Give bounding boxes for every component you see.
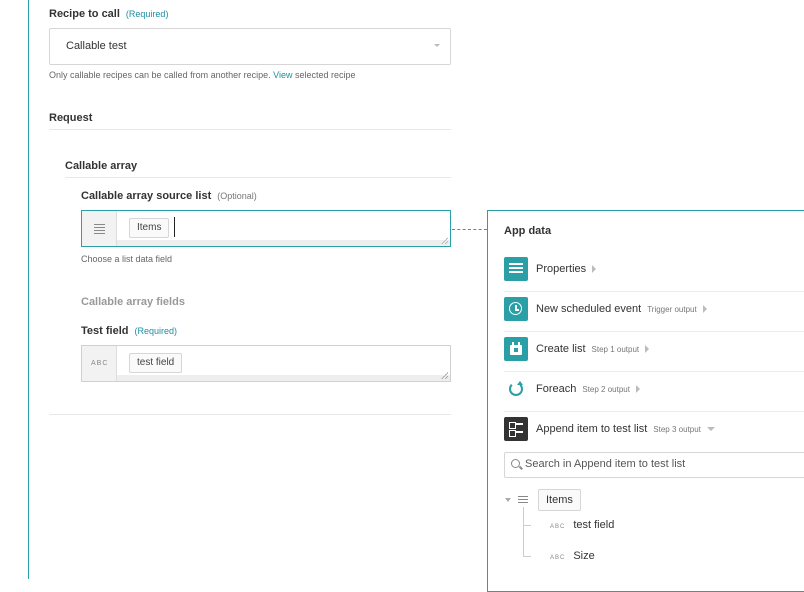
calendar-icon — [504, 337, 528, 361]
tree-item-size[interactable]: ABC Size — [550, 550, 595, 562]
row-name: Properties — [536, 263, 587, 275]
chevron-down-icon — [434, 44, 440, 47]
row-subtitle: Step 3 output — [653, 425, 701, 434]
divider — [49, 129, 451, 130]
divider — [504, 331, 804, 332]
datapill-items[interactable]: Items — [129, 218, 170, 238]
row-subtitle: Step 2 output — [582, 385, 630, 394]
test-field-label: Test field (Required) — [81, 325, 177, 337]
divider — [65, 177, 451, 178]
test-field-input-area[interactable]: test field — [117, 346, 450, 381]
view-recipe-link[interactable]: View — [273, 70, 292, 80]
text-type-icon: ABC — [550, 555, 566, 561]
row-name: New scheduled event — [536, 303, 642, 315]
chevron-right-icon — [645, 345, 650, 354]
row-name: Foreach — [536, 383, 577, 395]
chevron-down-icon — [706, 427, 715, 432]
required-badge: (Required) — [125, 9, 169, 19]
divider — [504, 411, 804, 412]
list-icon — [518, 496, 528, 505]
search-icon — [511, 459, 520, 468]
recipe-select[interactable]: Callable test — [49, 28, 451, 65]
tree-line — [523, 556, 531, 557]
chevron-right-icon — [702, 305, 707, 314]
callable-array-fields-heading: Callable array fields — [81, 296, 185, 308]
datatree-search[interactable] — [504, 452, 804, 478]
tree-item-test-field[interactable]: ABC test field — [550, 519, 614, 531]
datatree-row-append-item[interactable]: Append item to test list Step 3 output — [504, 417, 804, 441]
optional-badge: (Optional) — [217, 191, 257, 201]
chevron-down-icon[interactable] — [505, 498, 511, 502]
field-type-gutter: ABC — [82, 346, 117, 381]
request-heading: Request — [49, 112, 93, 124]
recipe-select-value: Callable test — [66, 40, 127, 52]
tree-item-name: Size — [573, 550, 595, 562]
chevron-right-icon — [592, 265, 597, 274]
left-rail — [28, 0, 29, 579]
row-subtitle: Step 1 output — [591, 345, 640, 354]
connector-line — [452, 229, 487, 230]
divider — [504, 371, 804, 372]
refresh-icon — [504, 377, 528, 401]
list-icon — [504, 257, 528, 281]
source-list-input[interactable]: Items — [81, 210, 451, 247]
resize-handle[interactable] — [441, 372, 448, 379]
recipe-hint-prefix: Only callable recipes can be called from… — [49, 70, 271, 80]
recipe-hint-suffix: selected recipe — [295, 70, 356, 80]
app-data-panel: App data Properties New scheduled event T… — [487, 210, 804, 592]
datatree-row-properties[interactable]: Properties — [504, 257, 804, 281]
checklist-icon — [504, 417, 528, 441]
row-name: Append item to test list — [536, 423, 648, 435]
datatree-row-create-list[interactable]: Create list Step 1 output — [504, 337, 804, 361]
datatree-row-foreach[interactable]: Foreach Step 2 output — [504, 377, 804, 401]
required-badge: (Required) — [134, 326, 178, 336]
callable-array-heading: Callable array — [65, 160, 138, 172]
source-list-input-area[interactable]: Items — [117, 211, 450, 246]
row-subtitle: Trigger output — [647, 305, 697, 314]
list-icon — [94, 224, 105, 234]
text-type-icon: ABC — [550, 524, 566, 530]
resize-handle[interactable] — [441, 237, 448, 244]
recipe-to-call-text: Recipe to call — [49, 8, 120, 20]
divider — [49, 414, 451, 415]
row-name: Create list — [536, 343, 586, 355]
tree-line — [523, 507, 524, 557]
field-type-gutter — [82, 211, 117, 246]
source-list-text: Callable array source list — [81, 190, 212, 202]
chevron-right-icon — [635, 385, 640, 394]
tree-line — [523, 525, 531, 526]
datapill-items[interactable]: Items — [538, 489, 581, 511]
test-field-input[interactable]: ABC test field — [81, 345, 451, 382]
source-list-hint: Choose a list data field — [81, 254, 173, 264]
panel-title: App data — [504, 225, 552, 237]
text-cursor — [174, 217, 175, 237]
tree-item-name: test field — [573, 519, 615, 531]
datatree-row-new-scheduled-event[interactable]: New scheduled event Trigger output — [504, 297, 804, 321]
clock-icon — [504, 297, 528, 321]
text-type-icon: ABC — [91, 360, 109, 367]
test-field-text: Test field — [81, 325, 129, 337]
recipe-to-call-label: Recipe to call (Required) — [49, 8, 168, 20]
datatree-search-input[interactable] — [525, 456, 804, 472]
source-list-label: Callable array source list (Optional) — [81, 190, 257, 202]
recipe-hint: Only callable recipes can be called from… — [49, 70, 356, 80]
datapill-test-field[interactable]: test field — [129, 353, 183, 373]
divider — [504, 291, 804, 292]
